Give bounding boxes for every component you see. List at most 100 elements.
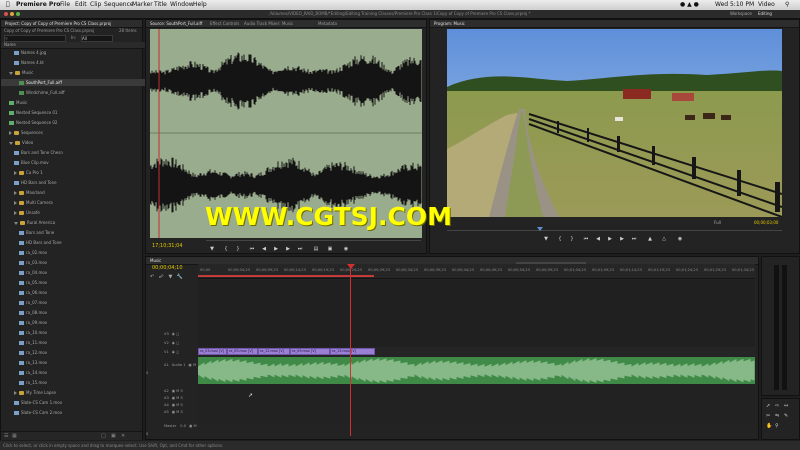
- step-forward-button[interactable]: ▶: [618, 236, 626, 243]
- track-header-v3[interactable]: V3 ◉ ▢: [146, 330, 198, 338]
- project-item[interactable]: HD Bars and Tone: [1, 179, 154, 186]
- project-item[interactable]: Rural America: [1, 219, 154, 226]
- zoom-window-button[interactable]: [16, 12, 20, 16]
- project-item[interactable]: Moorland: [1, 189, 154, 196]
- slip-tool-icon[interactable]: ⇋: [775, 413, 779, 419]
- go-to-out-button[interactable]: ⏭: [630, 236, 638, 243]
- menu-title[interactable]: Title: [154, 0, 167, 10]
- disclosure-open-icon[interactable]: [9, 141, 13, 145]
- wrench-icon[interactable]: 🔧: [177, 274, 183, 280]
- project-item[interactable]: Slate-CS Cam 2.mov: [1, 409, 154, 416]
- spotlight-icon[interactable]: ⚲: [785, 0, 789, 10]
- mark-out-button[interactable]: }: [234, 246, 242, 253]
- export-frame-button[interactable]: ◉: [342, 246, 350, 253]
- extract-button[interactable]: △: [660, 236, 668, 243]
- track-toggle-icons[interactable]: ◉ ▢: [172, 332, 180, 336]
- pen-tool-icon[interactable]: ✎: [784, 413, 788, 419]
- ripple-tool-icon[interactable]: ↔: [784, 403, 788, 409]
- project-item[interactable]: ra_14.mov: [1, 369, 159, 376]
- overwrite-button[interactable]: ▣: [326, 246, 334, 253]
- menu-help[interactable]: Help: [193, 0, 207, 10]
- snap-icon[interactable]: ↶: [150, 274, 154, 280]
- app-menu[interactable]: Premiere Pro: [16, 0, 60, 10]
- razor-tool-icon[interactable]: ✂: [766, 413, 770, 419]
- program-timecode[interactable]: 00;00;03;00: [754, 220, 778, 225]
- project-item[interactable]: ra_02.mov: [1, 249, 159, 256]
- name-column-header[interactable]: Name: [1, 42, 145, 49]
- insert-button[interactable]: ▤: [312, 246, 320, 253]
- project-item[interactable]: ra_11.mov: [1, 339, 159, 346]
- video-clip[interactable]: ra_15.mov [V]: [330, 348, 375, 355]
- project-item[interactable]: ra_07.mov: [1, 299, 159, 306]
- project-item[interactable]: Bars and Tone: [1, 229, 159, 236]
- add-marker-button[interactable]: ▼: [208, 246, 216, 253]
- project-item[interactable]: ra_13.mov: [1, 359, 159, 366]
- track-v1-row[interactable]: ra_03.mov [V] ra_09.mov [V] ra_12.mov [V] r…: [198, 347, 755, 356]
- audio-mute-solo-icons[interactable]: ▣ M S: [172, 410, 183, 414]
- step-forward-button[interactable]: ▶: [284, 246, 292, 253]
- video-clip[interactable]: ra_12.mov [V]: [258, 348, 290, 355]
- disclosure-closed-icon[interactable]: [9, 131, 12, 135]
- menu-edit[interactable]: Edit: [75, 0, 87, 10]
- in-select[interactable]: All: [81, 35, 113, 42]
- disclosure-closed-icon[interactable]: [14, 171, 17, 175]
- linked-selection-icon[interactable]: ☍: [159, 274, 164, 280]
- list-view-icon[interactable]: ☰: [4, 433, 8, 439]
- tab-program[interactable]: Program: Music: [432, 20, 467, 27]
- project-item[interactable]: My Time Lapse: [1, 389, 154, 396]
- work-area-bar[interactable]: [198, 275, 374, 277]
- master-volume-value[interactable]: 0.0: [180, 424, 186, 428]
- tab-audio-track-mixer[interactable]: Audio Track Mixer: Music: [242, 20, 295, 27]
- workspace-select[interactable]: Editing: [758, 10, 772, 18]
- track-toggle-icons[interactable]: ◉ ▢: [172, 341, 180, 345]
- project-item[interactable]: Slate-CS Cam 1.mov: [1, 399, 154, 406]
- apple-icon[interactable]: : [6, 0, 10, 10]
- playhead-handle[interactable]: [347, 264, 355, 269]
- disclosure-closed-icon[interactable]: [14, 211, 17, 215]
- tab-project[interactable]: Project: Copy of Copy of Premiere Pro CS…: [3, 20, 113, 27]
- lift-button[interactable]: ▲: [646, 236, 654, 243]
- export-frame-button[interactable]: ◉: [676, 236, 684, 243]
- program-playhead-marker[interactable]: [537, 227, 543, 231]
- track-header-v1[interactable]: V1 ◉ ▢: [146, 348, 198, 356]
- project-item[interactable]: ra_03.mov: [1, 259, 159, 266]
- hand-tool-icon[interactable]: ✋: [766, 423, 772, 429]
- project-item[interactable]: Music: [1, 99, 149, 106]
- audio-mute-solo-icons[interactable]: ▣ M S: [172, 389, 183, 393]
- icon-view-icon[interactable]: ▦: [12, 433, 17, 439]
- play-button[interactable]: ▶: [272, 246, 280, 253]
- timeline-playhead[interactable]: [350, 264, 351, 436]
- disclosure-open-icon[interactable]: [14, 221, 18, 225]
- project-item[interactable]: ra_05.mov: [1, 279, 159, 286]
- new-item-icon[interactable]: ▣: [111, 433, 116, 439]
- menu-file[interactable]: File: [60, 0, 70, 10]
- project-item[interactable]: SouthPort_Full.aiff: [1, 79, 159, 86]
- disclosure-closed-icon[interactable]: [14, 391, 17, 395]
- project-item[interactable]: Unsafe: [1, 209, 154, 216]
- project-item[interactable]: Blue Clip.mov: [1, 159, 154, 166]
- play-button[interactable]: ▶: [606, 236, 614, 243]
- project-item[interactable]: ra_08.mov: [1, 309, 159, 316]
- project-item[interactable]: ra_12.mov: [1, 349, 159, 356]
- track-header-v2[interactable]: V2 ◉ ▢: [146, 339, 198, 347]
- mark-in-button[interactable]: {: [556, 236, 564, 243]
- disclosure-closed-icon[interactable]: [14, 201, 17, 205]
- new-bin-icon[interactable]: □: [101, 433, 106, 439]
- a1-audio-clip[interactable]: [197, 357, 755, 384]
- mark-out-button[interactable]: }: [568, 236, 576, 243]
- video-clip[interactable]: ra_09.mov [V]: [290, 348, 330, 355]
- project-item[interactable]: Nested Sequence 02: [1, 119, 149, 126]
- project-item[interactable]: ra_04.mov: [1, 269, 159, 276]
- menu-window[interactable]: Window: [170, 0, 194, 10]
- empty-audio-tracks-area[interactable]: [198, 385, 755, 425]
- project-item[interactable]: ra_06.mov: [1, 289, 159, 296]
- close-window-button[interactable]: [4, 12, 8, 16]
- track-header-master[interactable]: Master 0.0 ▣ M S: [146, 422, 198, 436]
- project-item[interactable]: Multi Camera: [1, 199, 154, 206]
- go-to-out-button[interactable]: ⏭: [296, 246, 304, 253]
- project-item[interactable]: Ca Pro 1: [1, 169, 154, 176]
- program-scrub-bar[interactable]: [447, 227, 782, 231]
- menu-extra[interactable]: Video: [758, 0, 775, 10]
- step-back-button[interactable]: ◀: [594, 236, 602, 243]
- menu-clip[interactable]: Clip: [90, 0, 101, 10]
